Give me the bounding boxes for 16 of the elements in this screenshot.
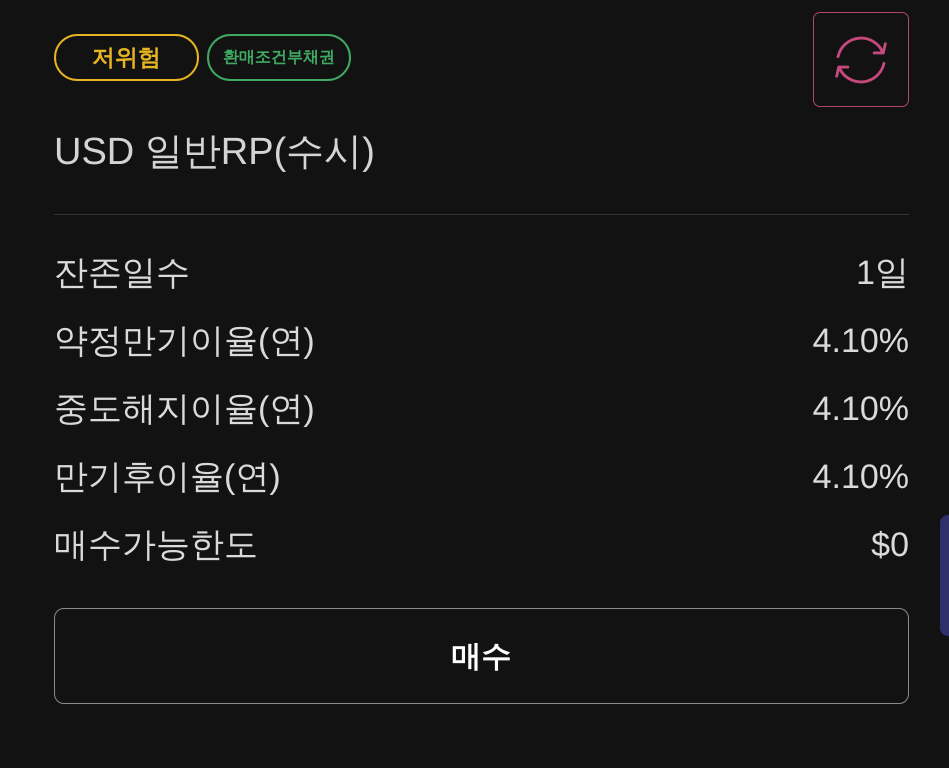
- detail-label: 매수가능한도: [54, 524, 258, 566]
- detail-label: 중도해지이율(연): [54, 388, 315, 430]
- detail-value: 4.10%: [812, 320, 909, 362]
- refresh-button[interactable]: [813, 12, 909, 107]
- product-title: USD 일반RP(수시): [54, 130, 375, 175]
- detail-label: 약정만기이율(연): [54, 320, 315, 362]
- tag-badge: 환매조건부채권: [207, 34, 351, 81]
- detail-label: 만기후이율(연): [54, 456, 281, 498]
- detail-value: 1일: [856, 252, 909, 294]
- detail-value: $0: [871, 524, 909, 566]
- detail-value: 4.10%: [812, 456, 909, 498]
- tag-badge: 저위험: [54, 34, 199, 81]
- detail-value: 4.10%: [812, 388, 909, 430]
- side-handle[interactable]: [940, 515, 949, 636]
- detail-label: 잔존일수: [54, 252, 190, 294]
- buy-button[interactable]: 매수: [54, 608, 909, 704]
